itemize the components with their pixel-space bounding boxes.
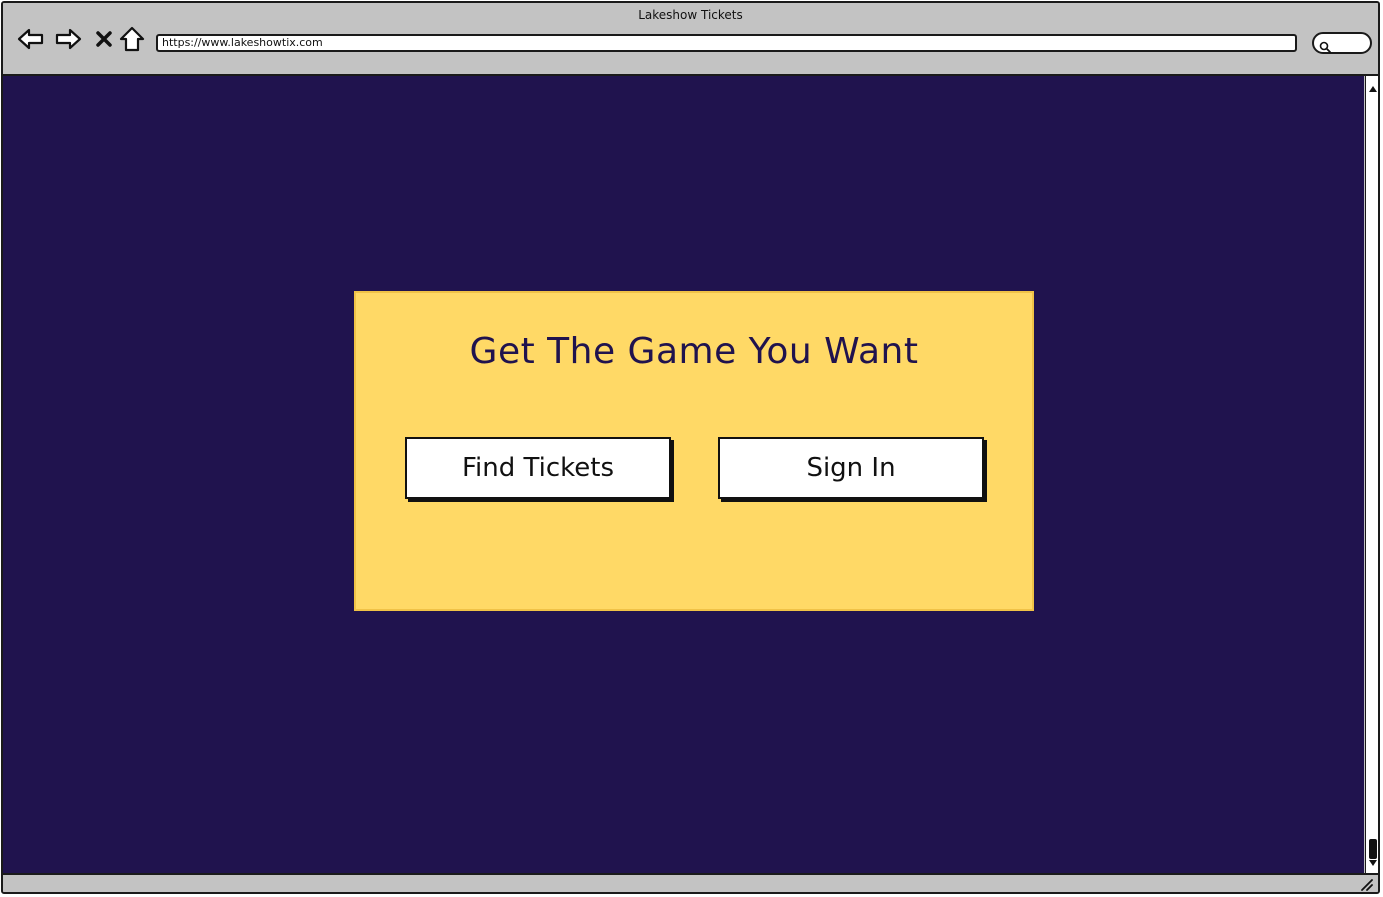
status-bar: [3, 873, 1378, 892]
search-input[interactable]: [1312, 32, 1372, 54]
search-icon: [1319, 38, 1331, 57]
back-arrow-icon[interactable]: [17, 25, 45, 53]
page-title: Get The Game You Want: [469, 331, 919, 372]
browser-toolbar: Lakeshow Tickets https://www.lakeshowtix…: [3, 3, 1378, 76]
vertical-scrollbar[interactable]: [1365, 76, 1378, 873]
address-bar[interactable]: https://www.lakeshowtix.com: [156, 34, 1297, 52]
home-icon[interactable]: [118, 25, 146, 53]
scroll-up-icon[interactable]: [1368, 78, 1378, 97]
scroll-down-icon[interactable]: [1368, 852, 1378, 871]
browser-window: Lakeshow Tickets https://www.lakeshowtix…: [1, 1, 1380, 894]
close-icon[interactable]: [90, 25, 118, 53]
hero-card: Get The Game You Want Find Tickets Sign …: [354, 291, 1034, 611]
window-title: Lakeshow Tickets: [638, 8, 743, 22]
resize-grip-icon[interactable]: [1358, 876, 1374, 892]
page-viewport: Get The Game You Want Find Tickets Sign …: [3, 76, 1364, 873]
forward-arrow-icon[interactable]: [54, 25, 82, 53]
sign-in-button[interactable]: Sign In: [718, 437, 984, 499]
find-tickets-button[interactable]: Find Tickets: [405, 437, 671, 499]
